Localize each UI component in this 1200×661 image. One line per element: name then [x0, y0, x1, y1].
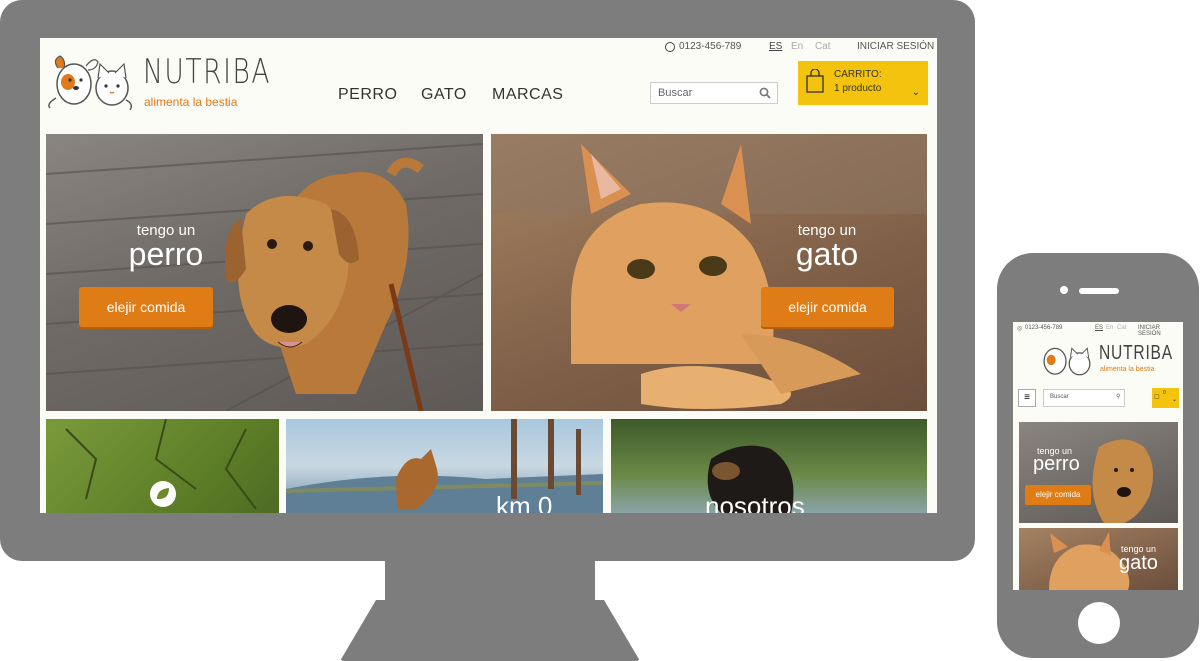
mobile-search-placeholder: Buscar	[1050, 394, 1069, 400]
mobile-hero-gato[interactable]: tengo un gato	[1019, 528, 1178, 590]
brand-tagline: alimenta la bestia	[144, 95, 238, 109]
mobile-brand-name[interactable]: NUTRIBA	[1099, 342, 1173, 365]
mobile-lang-en[interactable]: En	[1106, 325, 1113, 331]
monitor-stand-base	[340, 600, 640, 661]
mobile-cart-button[interactable]: ▢ 0 ⌄	[1152, 388, 1179, 408]
mobile-hero-perro-large: perro	[1033, 453, 1080, 475]
hero-gato-large: gato	[795, 236, 859, 272]
nav-perro[interactable]: PERRO	[338, 86, 397, 104]
phone-home-button[interactable]	[1078, 602, 1120, 644]
logo-dog-cat-icon[interactable]	[46, 48, 136, 110]
tile-km0-title: km 0	[496, 491, 553, 513]
search-icon[interactable]	[759, 87, 771, 99]
tile-natural[interactable]	[46, 419, 279, 513]
lang-es[interactable]: ES	[769, 41, 782, 52]
phone-speaker	[1079, 288, 1119, 294]
phone-contact[interactable]: 0123-456-789	[665, 41, 741, 52]
mobile-lang-es[interactable]: ES	[1095, 325, 1103, 331]
mobile-whatsapp-icon: ◎	[1017, 326, 1023, 332]
mobile-shopping-bag-icon: ▢	[1154, 394, 1160, 400]
leaf-icon	[150, 481, 176, 507]
mobile-logo-icon[interactable]	[1037, 338, 1095, 378]
elejir-comida-gato-button[interactable]: elejir comida	[761, 287, 894, 327]
login-link[interactable]: INICIAR SESIÓN	[857, 41, 934, 52]
lang-cat[interactable]: Cat	[815, 41, 831, 52]
elejir-comida-perro-button[interactable]: elejir comida	[79, 287, 213, 327]
desktop-screen: 0123-456-789 ES En Cat INICIAR SESIÓN NU…	[40, 38, 937, 513]
mobile-lang-cat[interactable]: Cat	[1117, 325, 1126, 331]
chevron-down-icon: ⌄	[911, 87, 920, 98]
phone-number: 0123-456-789	[679, 41, 742, 52]
mobile-login-link[interactable]: INICIAR SESIÓN	[1138, 325, 1183, 337]
mobile-cart-count: 0	[1163, 390, 1166, 396]
brand-name[interactable]: NUTRIBA	[143, 52, 271, 92]
phone-camera	[1060, 286, 1068, 294]
mobile-search-icon[interactable]: ⚲	[1116, 393, 1120, 400]
cart-count: 1 producto	[834, 83, 882, 94]
mobile-brand-tagline: alimenta la bestia	[1100, 366, 1155, 373]
hero-perro[interactable]: tengo un perro elejir comida	[46, 134, 483, 411]
search-placeholder: Buscar	[658, 87, 693, 99]
mobile-screen: ◎ 0123-456-789 ES En Cat INICIAR SESIÓN …	[1013, 322, 1183, 590]
dog-lake-photo	[286, 419, 603, 513]
search-input[interactable]: Buscar	[650, 82, 778, 104]
mobile-phone-number[interactable]: 0123-456-789	[1025, 325, 1062, 331]
mobile-elejir-comida-button[interactable]: elejir comida	[1025, 485, 1091, 505]
mobile-search-input[interactable]: Buscar ⚲	[1043, 389, 1125, 407]
mobile-chevron-down-icon: ⌄	[1172, 397, 1178, 403]
nav-gato[interactable]: GATO	[421, 86, 467, 104]
mobile-hero-gato-large: gato	[1119, 552, 1158, 574]
mobile-hero-perro[interactable]: tengo un perro elejir comida	[1019, 422, 1178, 523]
whatsapp-icon	[665, 41, 675, 52]
hamburger-menu-icon[interactable]: ≡	[1018, 389, 1036, 407]
hero-perro-large: perro	[128, 236, 204, 272]
tile-nosotros-title: nosotros	[705, 491, 805, 513]
nav-marcas[interactable]: MARCAS	[492, 86, 563, 104]
tile-km0[interactable]: km 0	[286, 419, 603, 513]
cart-button[interactable]: CARRITO: 1 producto ⌄	[798, 61, 928, 105]
cart-title: CARRITO:	[834, 69, 882, 80]
tile-nosotros[interactable]: nosotros	[611, 419, 927, 513]
hero-gato[interactable]: tengo un gato elejir comida	[491, 134, 927, 411]
lang-en[interactable]: En	[791, 41, 803, 52]
shopping-bag-icon	[806, 69, 824, 93]
